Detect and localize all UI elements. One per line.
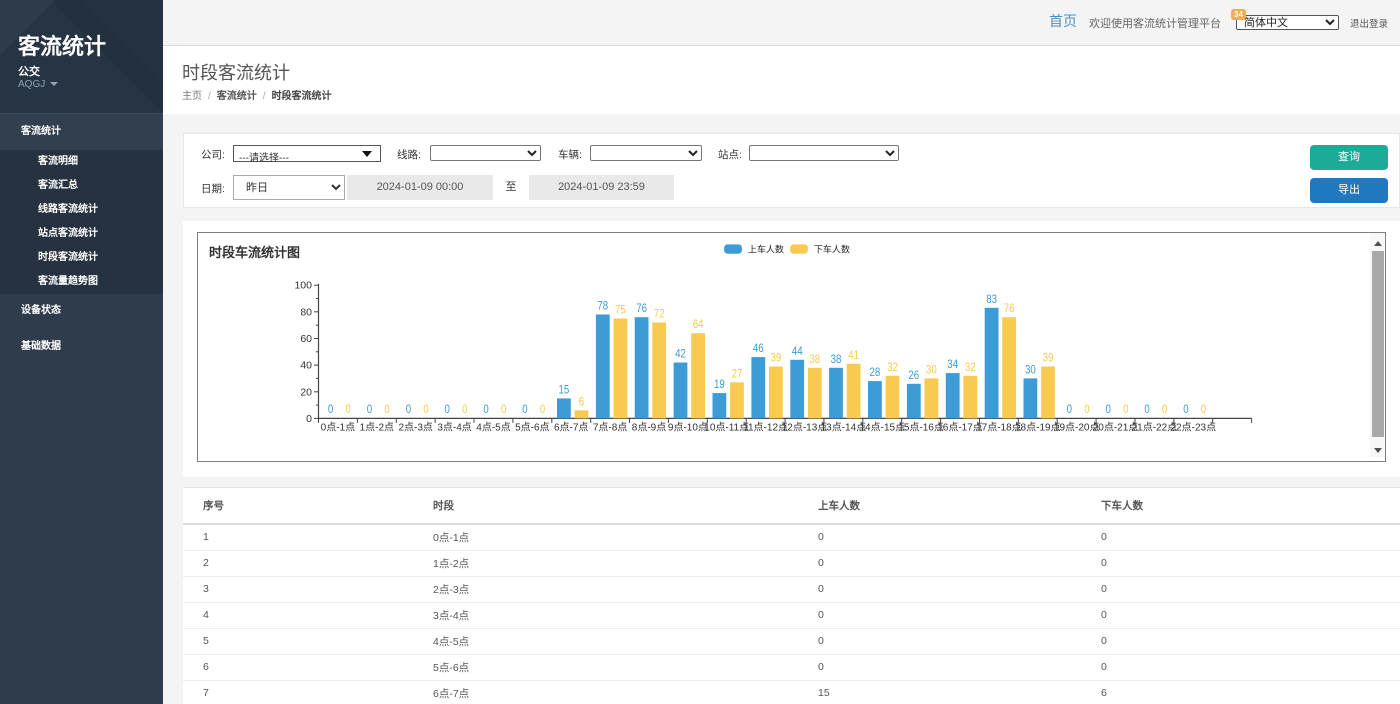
svg-text:0: 0 [1144, 402, 1150, 416]
svg-text:46: 46 [753, 341, 764, 355]
svg-text:3点-4点: 3点-4点 [437, 422, 471, 434]
svg-text:42: 42 [675, 347, 686, 361]
svg-text:9点-10点: 9点-10点 [668, 422, 708, 434]
svg-text:19: 19 [714, 377, 725, 391]
svg-text:41: 41 [848, 348, 859, 362]
svg-text:100: 100 [294, 280, 312, 292]
svg-text:80: 80 [300, 306, 312, 318]
svg-text:6: 6 [579, 394, 585, 408]
svg-text:0: 0 [306, 413, 312, 425]
svg-text:27: 27 [732, 366, 743, 380]
svg-text:22点-23点: 22点-23点 [1171, 422, 1217, 434]
svg-text:7点-8点: 7点-8点 [593, 422, 627, 434]
svg-text:5点-6点: 5点-6点 [515, 422, 549, 434]
svg-text:30: 30 [1025, 362, 1036, 376]
svg-text:83: 83 [986, 292, 997, 306]
svg-text:8点-9点: 8点-9点 [632, 422, 666, 434]
svg-text:32: 32 [965, 360, 976, 374]
svg-text:39: 39 [771, 351, 782, 365]
svg-text:0: 0 [540, 402, 546, 416]
svg-text:上车人数: 上车人数 [748, 244, 784, 255]
svg-text:30: 30 [926, 362, 937, 376]
svg-text:38: 38 [809, 352, 820, 366]
svg-text:0: 0 [483, 402, 489, 416]
svg-text:0: 0 [1201, 402, 1207, 416]
svg-text:0: 0 [1084, 402, 1090, 416]
svg-text:0: 0 [1162, 402, 1168, 416]
svg-text:78: 78 [597, 299, 608, 313]
svg-text:64: 64 [693, 317, 704, 331]
svg-text:34: 34 [947, 357, 958, 371]
svg-text:60: 60 [300, 333, 312, 345]
svg-text:0: 0 [1067, 402, 1073, 416]
svg-text:0: 0 [423, 402, 429, 416]
svg-text:0: 0 [462, 402, 468, 416]
svg-text:32: 32 [887, 360, 898, 374]
svg-text:2点-3点: 2点-3点 [398, 422, 432, 434]
svg-text:28: 28 [870, 365, 881, 379]
svg-text:1点-2点: 1点-2点 [360, 422, 394, 434]
svg-text:0点-1点: 0点-1点 [321, 422, 355, 434]
svg-text:38: 38 [831, 352, 842, 366]
svg-text:0: 0 [346, 402, 352, 416]
svg-text:40: 40 [300, 360, 312, 372]
svg-text:15: 15 [559, 382, 570, 396]
svg-text:0: 0 [328, 402, 334, 416]
svg-text:26: 26 [908, 368, 919, 382]
svg-text:75: 75 [615, 303, 626, 317]
svg-text:0: 0 [1123, 402, 1129, 416]
svg-text:0: 0 [384, 402, 390, 416]
svg-text:39: 39 [1043, 351, 1054, 365]
svg-text:20: 20 [300, 386, 312, 398]
svg-text:0: 0 [522, 402, 528, 416]
svg-text:0: 0 [1183, 402, 1189, 416]
svg-text:44: 44 [792, 344, 803, 358]
svg-text:0: 0 [406, 402, 412, 416]
svg-text:76: 76 [636, 301, 647, 315]
svg-text:6点-7点: 6点-7点 [554, 422, 588, 434]
svg-text:0: 0 [501, 402, 507, 416]
svg-text:0: 0 [1106, 402, 1112, 416]
svg-text:4点-5点: 4点-5点 [476, 422, 510, 434]
svg-text:76: 76 [1004, 301, 1015, 315]
svg-text:72: 72 [654, 307, 665, 321]
svg-text:0: 0 [445, 402, 451, 416]
svg-text:0: 0 [367, 402, 373, 416]
svg-text:下车人数: 下车人数 [814, 244, 850, 255]
